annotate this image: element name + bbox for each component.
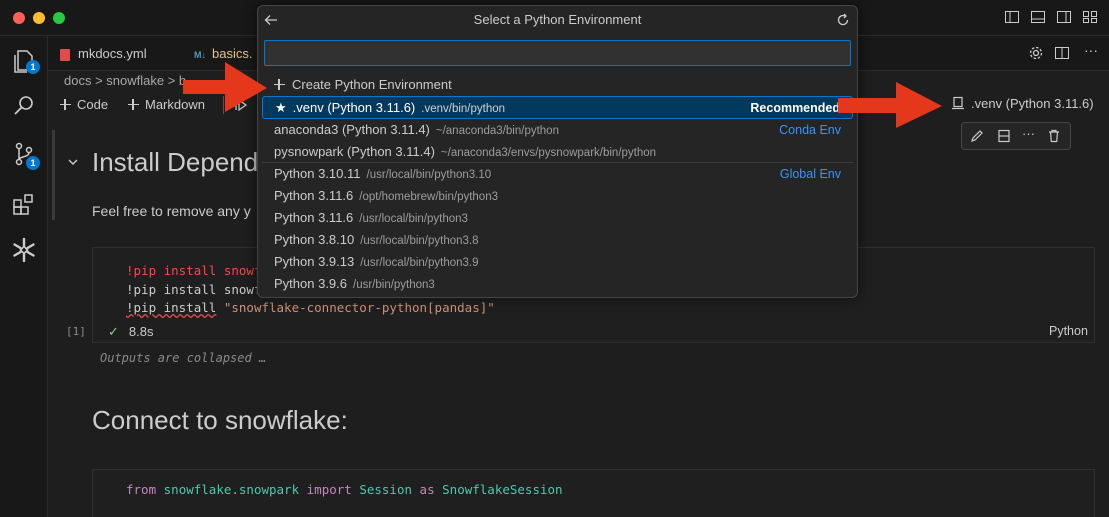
code-class: Session xyxy=(359,482,413,497)
yaml-file-icon xyxy=(60,48,70,61)
code-string: "snowflake-connector-python[pandas]" xyxy=(223,300,495,315)
close-window-button[interactable] xyxy=(13,12,25,24)
env-path: .venv/bin/python xyxy=(421,103,506,115)
environment-item[interactable]: Python 3.10.11/usr/local/bin/python3.10 G… xyxy=(262,163,853,185)
plus-icon xyxy=(60,99,71,110)
env-path: /usr/bin/python3 xyxy=(353,279,435,291)
env-label: Python 3.10.11 xyxy=(274,166,361,181)
env-tag: Global Env xyxy=(779,167,841,181)
toggle-secondary-sidebar-icon[interactable] xyxy=(1056,9,1072,25)
picker-title: Select a Python Environment xyxy=(473,12,642,27)
cell-focus-bar xyxy=(52,130,55,220)
code-line-2: !pip install snowf xyxy=(126,282,261,297)
environment-item[interactable]: Python 3.8.10/usr/local/bin/python3.8 xyxy=(262,229,853,251)
split-cell-icon[interactable] xyxy=(997,129,1011,143)
source-control-badge: 1 xyxy=(26,156,40,170)
env-path: /usr/local/bin/python3 xyxy=(359,213,468,225)
heading-install: Install Depende xyxy=(92,147,273,177)
env-label: Python 3.9.6 xyxy=(274,276,347,291)
snowflake-extension-icon[interactable] xyxy=(10,236,38,264)
env-label: anaconda3 (Python 3.11.4) xyxy=(274,122,430,137)
environment-item[interactable]: ★ .venv (Python 3.11.6) .venv/bin/python Re… xyxy=(262,96,853,119)
cell-language[interactable]: Python xyxy=(1049,324,1088,338)
split-editor-icon[interactable] xyxy=(1054,45,1070,61)
more-actions-icon[interactable]: ··· xyxy=(1022,126,1035,141)
explorer-badge: 1 xyxy=(26,60,40,74)
code-token: !pip install snowf xyxy=(126,282,262,297)
env-path: /usr/local/bin/python3.9 xyxy=(360,257,479,269)
tab-label: mkdocs.yml xyxy=(78,46,147,61)
outputs-collapsed-text[interactable]: Outputs are collapsed … xyxy=(100,351,266,365)
heading-connect: Connect to snowflake: xyxy=(92,405,348,435)
env-label: pysnowpark (Python 3.11.4) xyxy=(274,144,435,159)
gear-icon[interactable] xyxy=(1028,45,1044,61)
star-icon: ★ xyxy=(275,100,287,115)
activity-bar: 1 1 xyxy=(0,36,48,517)
code-module: snowflake.snowpark xyxy=(163,482,300,497)
add-code-cell-button[interactable]: Code xyxy=(60,97,108,112)
environment-item[interactable]: pysnowpark (Python 3.11.4) ~/anaconda3/en… xyxy=(262,141,853,163)
extensions-icon[interactable] xyxy=(10,190,38,218)
check-icon: ✓ xyxy=(108,324,119,339)
env-tag: Conda Env xyxy=(779,123,841,137)
code-keyword: as xyxy=(419,482,435,497)
picker-search-input[interactable] xyxy=(264,40,851,66)
environment-item[interactable]: Python 3.9.6/usr/bin/python3 xyxy=(262,273,853,295)
code-token: !pip install xyxy=(126,300,217,315)
breadcrumb[interactable]: docs > snowflake > b xyxy=(64,73,186,88)
run-duration: 8.8s xyxy=(128,324,154,339)
code-alias: SnowflakeSession xyxy=(442,482,563,497)
annotation-arrow-right xyxy=(838,82,942,128)
plus-icon xyxy=(274,79,285,90)
code-keyword: from xyxy=(126,482,157,497)
execution-count: [1] xyxy=(66,325,86,338)
refresh-icon[interactable] xyxy=(836,13,850,27)
env-label: Python 3.9.13 xyxy=(274,254,355,269)
cell-status: ✓ 8.8s xyxy=(108,324,153,340)
code-line-1: !pip install snowf xyxy=(126,263,261,278)
env-label: .venv (Python 3.11.6) xyxy=(292,100,416,115)
environment-item[interactable]: anaconda3 (Python 3.11.4) ~/anaconda3/bin… xyxy=(262,119,853,141)
code-line-import: from snowflake.snowpark import Session a… xyxy=(126,482,563,497)
python-environment-picker: Select a Python Environment Create Pytho… xyxy=(257,5,858,298)
kernel-server-icon xyxy=(952,96,964,110)
customize-layout-icon[interactable] xyxy=(1082,9,1098,25)
kernel-picker[interactable]: .venv (Python 3.11.6) xyxy=(951,96,1094,111)
env-label: Python 3.11.6 xyxy=(274,210,354,225)
code-keyword: import xyxy=(306,482,352,497)
environment-item[interactable]: Python 3.11.6/usr/local/bin/python3 xyxy=(262,207,853,229)
environment-item[interactable]: Python 3.9.13/usr/local/bin/python3.9 xyxy=(262,251,853,273)
env-path: ~/anaconda3/envs/pysnowpark/bin/python xyxy=(440,147,657,159)
minimize-window-button[interactable] xyxy=(33,12,45,24)
edit-pencil-icon[interactable] xyxy=(970,129,984,143)
env-label: Python 3.11.6 xyxy=(274,188,354,203)
create-label: Create Python Environment xyxy=(292,77,452,92)
cell-toolbar: ··· xyxy=(961,122,1071,150)
env-label: Python 3.8.10 xyxy=(274,232,355,247)
plus-icon xyxy=(128,99,139,110)
env-path: /opt/homebrew/bin/python3 xyxy=(359,191,498,203)
delete-trash-icon[interactable] xyxy=(1047,129,1061,143)
more-actions-icon[interactable]: ··· xyxy=(1084,42,1098,58)
code-label: Code xyxy=(77,97,109,112)
code-line-3: !pip install "snowflake-connector-python… xyxy=(126,300,495,315)
tab-mkdocs[interactable]: mkdocs.yml xyxy=(60,36,147,71)
code-token: !pip install snowf xyxy=(126,263,262,278)
maximize-window-button[interactable] xyxy=(53,12,65,24)
env-tag: Recommended xyxy=(750,101,840,115)
env-path: /usr/local/bin/python3.10 xyxy=(366,169,492,181)
environment-item[interactable]: Python 3.11.6/opt/homebrew/bin/python3 xyxy=(262,185,853,207)
toggle-primary-sidebar-icon[interactable] xyxy=(1004,9,1020,25)
chevron-down-icon[interactable] xyxy=(66,155,80,169)
paragraph-text: Feel free to remove any y xyxy=(92,203,251,219)
toggle-panel-icon[interactable] xyxy=(1030,9,1046,25)
annotation-arrow-left xyxy=(183,62,267,112)
kernel-label: .venv (Python 3.11.6) xyxy=(971,96,1094,111)
search-icon[interactable] xyxy=(10,92,38,120)
create-environment-item[interactable]: Create Python Environment xyxy=(262,74,853,96)
env-path: ~/anaconda3/bin/python xyxy=(435,125,559,137)
env-path: /usr/local/bin/python3.8 xyxy=(360,235,479,247)
